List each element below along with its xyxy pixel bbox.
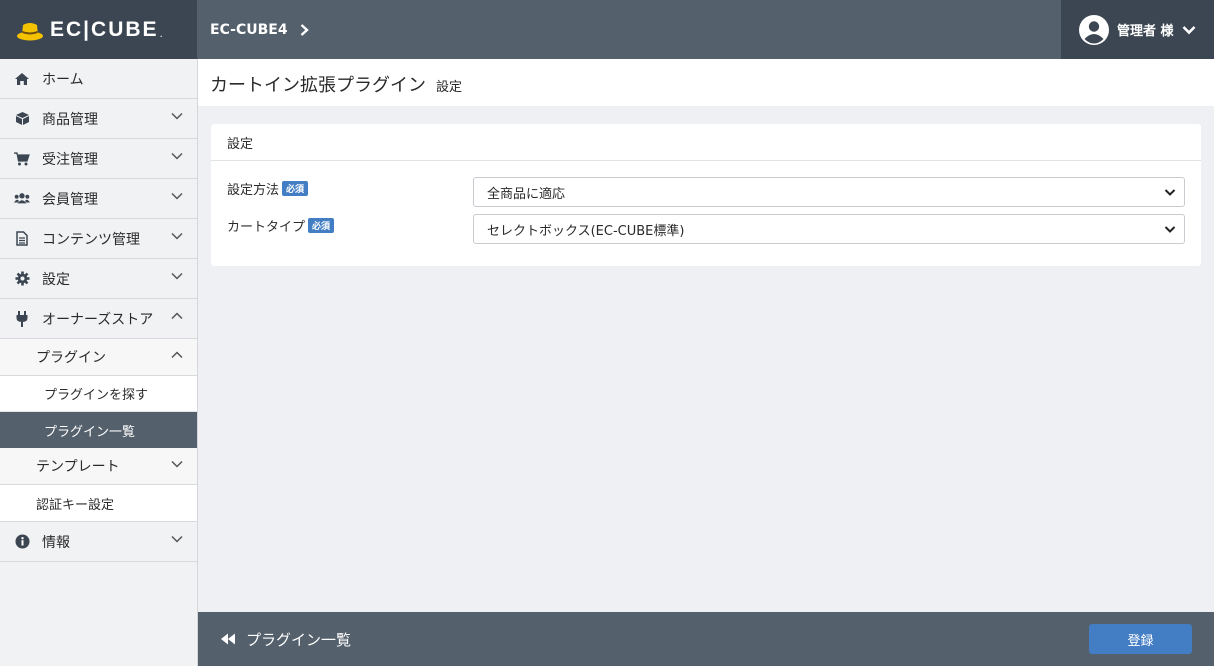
page-subtitle: 設定	[436, 80, 463, 95]
cart-type-select[interactable]: セレクトボックス(EC-CUBE標準)	[473, 214, 1185, 244]
sidebar-item-label: 受注管理	[42, 151, 98, 168]
card-title: 設定	[227, 136, 254, 152]
sidebar-item-label: コンテンツ管理	[42, 231, 140, 248]
sidebar-item-label: 会員管理	[42, 191, 98, 208]
chevron-down-icon	[171, 232, 183, 240]
chevron-up-icon	[171, 312, 183, 320]
sidebar-subitem-label: 認証キー設定	[36, 497, 115, 513]
chevron-down-icon	[171, 192, 183, 200]
user-name: 管理者 様	[1117, 24, 1174, 39]
sidebar-item-label: 情報	[42, 534, 70, 551]
sidebar-item-orders[interactable]: 受注管理	[0, 139, 197, 179]
user-avatar-icon	[1079, 14, 1109, 45]
sidebar-subitem-plugin-search[interactable]: プラグインを探す	[0, 376, 197, 412]
back-to-plugin-list-link[interactable]: プラグイン一覧	[220, 612, 351, 666]
user-menu[interactable]: 管理者 様	[1061, 0, 1214, 59]
page-header: カートイン拡張プラグイン 設定	[198, 59, 1214, 106]
chevron-down-icon	[171, 460, 183, 468]
select-value: セレクトボックス(EC-CUBE標準)	[487, 223, 685, 239]
sidebar-subitem-plugin-list[interactable]: プラグイン一覧	[0, 412, 197, 448]
chevron-up-icon	[171, 351, 183, 359]
shop-name-link[interactable]: EC-CUBE4	[210, 0, 309, 59]
sidebar-item-customers[interactable]: 会員管理	[0, 179, 197, 219]
info-icon	[14, 534, 30, 550]
sidebar: ホーム 商品管理 受注管理 会員管理 コンテンツ管理 設定 オーナーズストア プ…	[0, 59, 198, 666]
logo-text: EC|CUBE	[50, 17, 159, 41]
sidebar-item-owners-store[interactable]: オーナーズストア	[0, 299, 197, 339]
sidebar-subitem-plugin[interactable]: プラグイン	[0, 339, 197, 376]
settings-card: 設定 設定方法 必須 全商品に適応 カートタイプ 必須 セレクトボックス(EC-…	[211, 124, 1201, 266]
top-header: EC|CUBE . EC-CUBE4 管理者 様	[0, 0, 1214, 59]
sidebar-subitem-label: テンプレート	[36, 459, 120, 475]
chevron-down-icon	[171, 272, 183, 280]
form-row-method: 設定方法 必須 全商品に適応	[227, 177, 1185, 207]
sidebar-item-contents[interactable]: コンテンツ管理	[0, 219, 197, 259]
card-header: 設定	[211, 124, 1201, 161]
shop-name: EC-CUBE4	[210, 21, 288, 38]
back-link-label: プラグイン一覧	[246, 630, 352, 649]
cube-icon	[14, 111, 30, 127]
field-label-text: 設定方法	[227, 183, 280, 198]
sidebar-subitem-label: プラグイン	[36, 350, 106, 366]
logo-dot: .	[159, 29, 163, 40]
field-label: 設定方法 必須	[227, 179, 309, 198]
sidebar-subitem-auth-key[interactable]: 認証キー設定	[0, 485, 197, 522]
method-select[interactable]: 全商品に適応	[473, 177, 1185, 207]
sidebar-subitem-label: プラグイン一覧	[44, 424, 136, 440]
select-value: 全商品に適応	[487, 186, 566, 202]
sidebar-item-home[interactable]: ホーム	[0, 59, 197, 99]
users-icon	[14, 191, 30, 207]
footer-bar: プラグイン一覧 登録	[198, 612, 1214, 666]
sidebar-item-label: 商品管理	[42, 111, 98, 128]
sidebar-subitem-label: プラグインを探す	[44, 388, 149, 403]
chevron-down-icon	[1182, 25, 1195, 34]
double-chevron-left-icon	[221, 633, 235, 645]
gear-icon	[14, 271, 30, 287]
chevron-down-icon	[171, 112, 183, 120]
register-button[interactable]: 登録	[1089, 624, 1192, 654]
required-badge: 必須	[282, 181, 309, 196]
sidebar-item-products[interactable]: 商品管理	[0, 99, 197, 139]
sidebar-item-label: オーナーズストア	[42, 311, 154, 328]
chevron-down-icon	[171, 152, 183, 160]
sidebar-item-info[interactable]: 情報	[0, 522, 197, 562]
page-title: カートイン拡張プラグイン	[210, 75, 426, 96]
plug-icon	[14, 310, 30, 327]
form-row-cart-type: カートタイプ 必須 セレクトボックス(EC-CUBE標準)	[227, 214, 1185, 244]
chevron-right-icon	[300, 23, 309, 36]
home-icon	[14, 71, 30, 87]
logo[interactable]: EC|CUBE .	[0, 0, 197, 59]
sidebar-item-label: 設定	[42, 271, 70, 288]
required-badge: 必須	[308, 218, 335, 233]
hat-icon	[16, 19, 44, 41]
chevron-down-icon	[1164, 226, 1176, 233]
file-icon	[14, 231, 30, 247]
sidebar-item-label: ホーム	[42, 71, 84, 88]
chevron-down-icon	[1164, 189, 1176, 196]
cart-icon	[14, 151, 30, 167]
field-label-text: カートタイプ	[227, 220, 306, 235]
field-label: カートタイプ 必須	[227, 216, 335, 235]
sidebar-subitem-template[interactable]: テンプレート	[0, 448, 197, 485]
sidebar-item-settings[interactable]: 設定	[0, 259, 197, 299]
chevron-down-icon	[171, 535, 183, 543]
